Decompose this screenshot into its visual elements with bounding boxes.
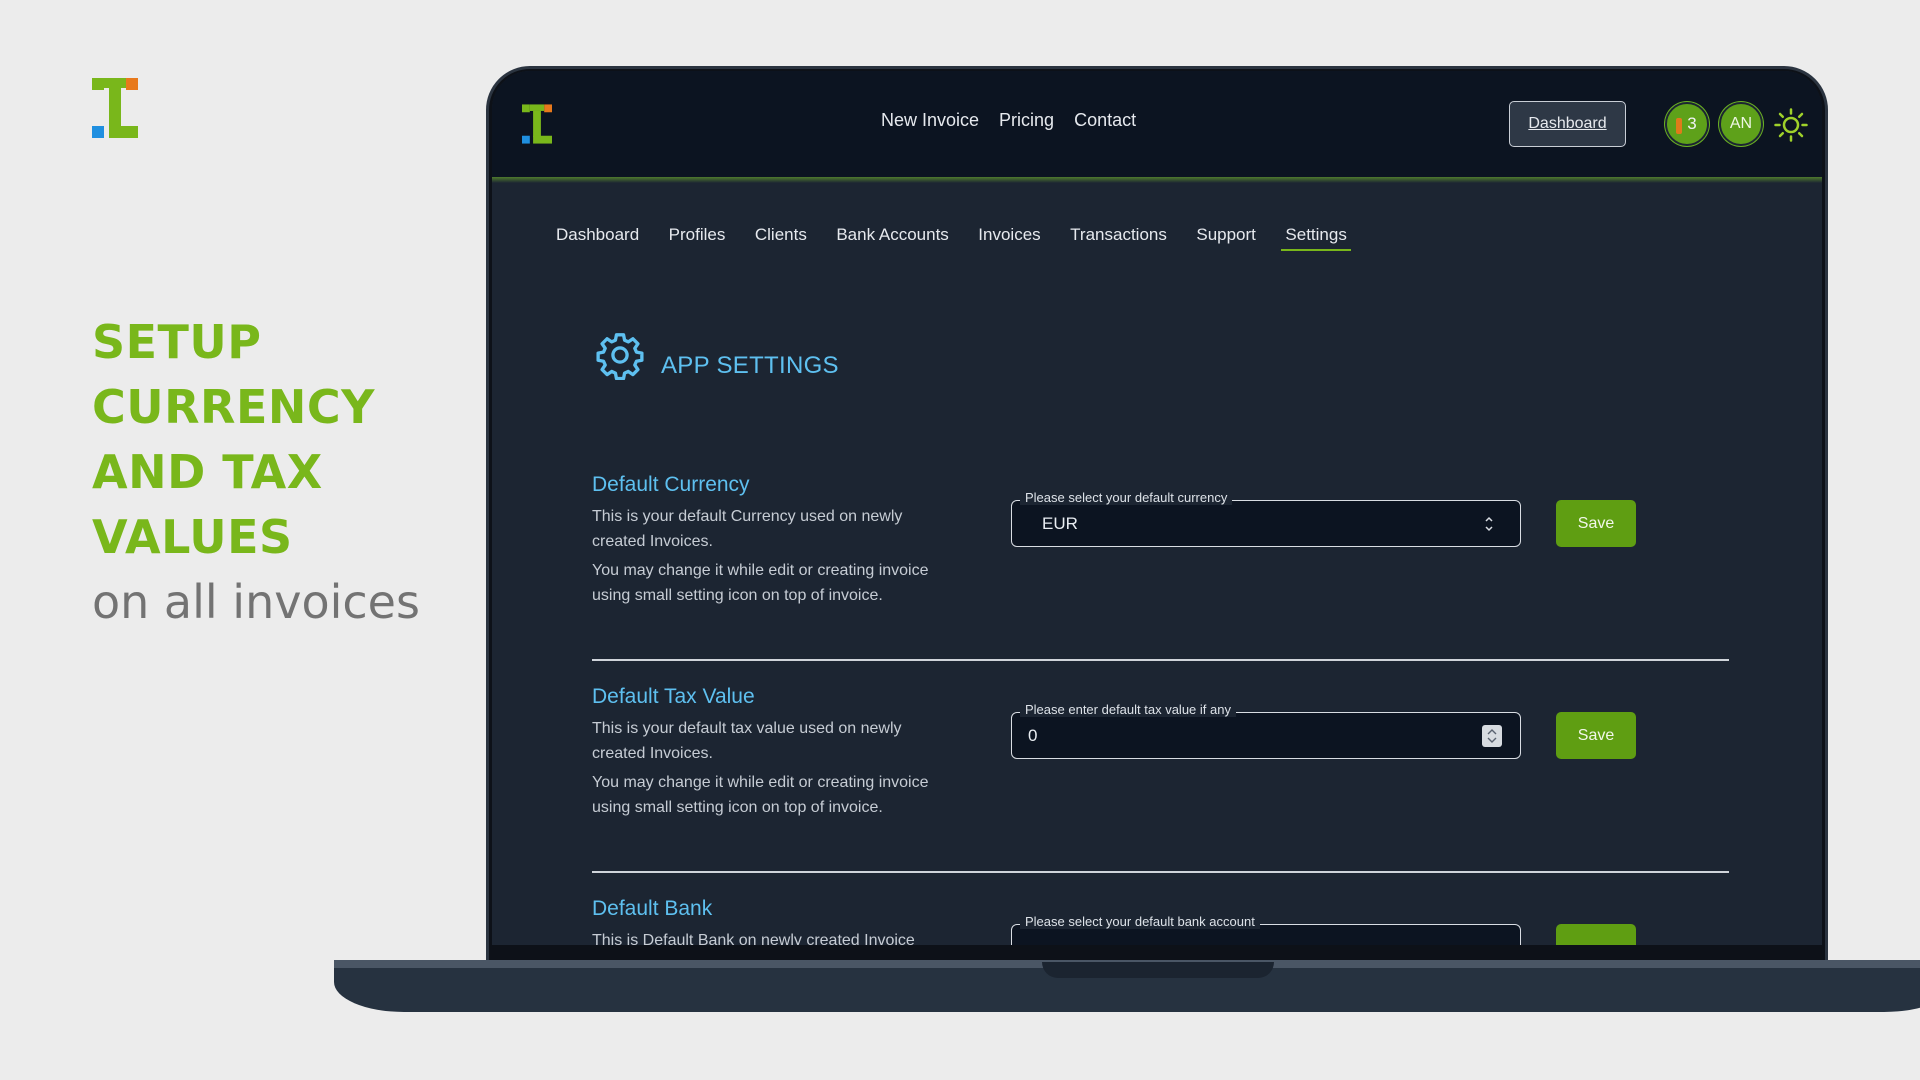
default-tax-section: Default Tax Value This is your default t…	[592, 685, 1729, 825]
section-divider	[592, 871, 1729, 873]
notification-count: 3	[1687, 114, 1697, 133]
section-description: This is your default Currency used on ne…	[592, 505, 952, 608]
section-divider	[592, 659, 1729, 661]
currency-select[interactable]: Please select your default currency EUR	[1011, 490, 1521, 547]
subnav-dashboard[interactable]: Dashboard	[556, 225, 639, 251]
section-desc-line: You may change it while edit or creating…	[592, 774, 929, 816]
tax-value-input[interactable]: Please enter default tax value if any 0	[1011, 702, 1521, 759]
laptop-notch	[1042, 962, 1274, 978]
promo-headline-line: CURRENCY	[92, 380, 375, 434]
nav-new-invoice[interactable]: New Invoice	[881, 110, 979, 131]
save-currency-button[interactable]: Save	[1556, 500, 1636, 547]
promo-headline-line: VALUES	[92, 510, 293, 564]
page-title: APP SETTINGS	[661, 352, 839, 379]
section-desc-line: You may change it while edit or creating…	[592, 562, 929, 604]
top-navbar: New Invoice Pricing Contact Dashboard 3 …	[492, 71, 1822, 177]
section-title: Default Bank	[592, 897, 713, 920]
app-logo-icon[interactable]	[522, 104, 552, 144]
section-description: This is Default Bank on newly created In…	[592, 929, 952, 945]
section-title: Default Tax Value	[592, 685, 755, 708]
bank-select-label: Please select your default bank account	[1020, 914, 1260, 929]
notifications-button[interactable]: 3	[1665, 102, 1709, 146]
subnav-settings[interactable]: Settings	[1281, 225, 1352, 251]
promo-subline: on all invoices	[92, 575, 420, 629]
nav-pricing[interactable]: Pricing	[999, 110, 1054, 131]
sun-icon[interactable]	[1774, 108, 1808, 142]
subnav-invoices[interactable]: Invoices	[978, 225, 1040, 251]
number-spinner-icon[interactable]	[1482, 725, 1502, 747]
section-title: Default Currency	[592, 473, 750, 496]
brand-logo-icon	[92, 78, 138, 138]
subnav-support[interactable]: Support	[1196, 225, 1256, 251]
top-nav-links: New Invoice Pricing Contact	[881, 110, 1136, 131]
promo-headline-line: AND TAX	[92, 445, 323, 499]
currency-select-label: Please select your default currency	[1020, 490, 1233, 505]
nav-contact[interactable]: Contact	[1074, 110, 1136, 131]
promo-headline-line: SETUP	[92, 315, 262, 369]
section-desc-line: This is Default Bank on newly created In…	[592, 932, 915, 945]
section-desc-line: This is your default tax value used on n…	[592, 720, 902, 762]
tax-value-text: 0	[1028, 726, 1038, 745]
dashboard-button[interactable]: Dashboard	[1509, 101, 1626, 147]
user-avatar[interactable]: AN	[1719, 102, 1763, 146]
subnav-transactions[interactable]: Transactions	[1070, 225, 1167, 251]
save-tax-button[interactable]: Save	[1556, 712, 1636, 759]
sub-nav: Dashboard Profiles Clients Bank Accounts…	[556, 225, 1376, 251]
bank-select[interactable]: Please select your default bank account	[1011, 914, 1521, 945]
gear-icon	[596, 333, 644, 380]
subnav-bank-accounts[interactable]: Bank Accounts	[836, 225, 948, 251]
subnav-profiles[interactable]: Profiles	[669, 225, 726, 251]
default-bank-section: Default Bank This is Default Bank on new…	[592, 897, 1729, 945]
default-currency-section: Default Currency This is your default Cu…	[592, 473, 1729, 613]
save-bank-button[interactable]	[1556, 924, 1636, 945]
navbar-glow	[492, 177, 1822, 183]
select-caret-icon	[1485, 516, 1493, 532]
subnav-clients[interactable]: Clients	[755, 225, 807, 251]
bell-icon	[1676, 118, 1682, 134]
app-screen: New Invoice Pricing Contact Dashboard 3 …	[492, 71, 1822, 945]
promo-headline: SETUP CURRENCY AND TAX VALUES on all inv…	[92, 310, 452, 636]
section-desc-line: This is your default Currency used on ne…	[592, 508, 903, 550]
section-description: This is your default tax value used on n…	[592, 717, 952, 820]
currency-select-value: EUR	[1042, 514, 1078, 533]
tax-value-label: Please enter default tax value if any	[1020, 702, 1236, 717]
